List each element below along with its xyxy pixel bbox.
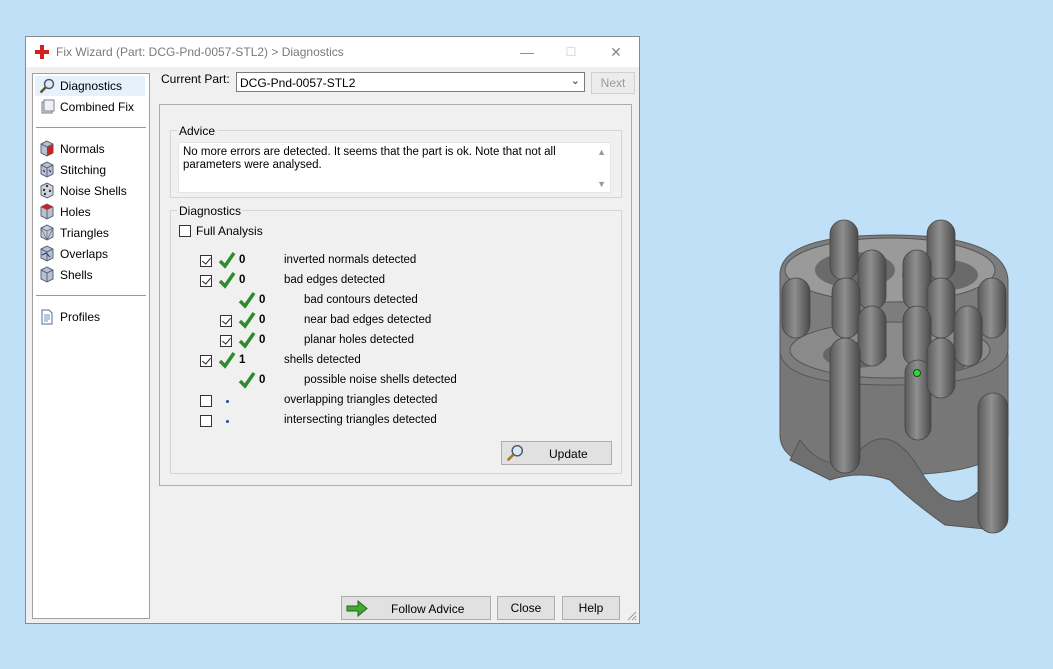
sidebar-item-label: Holes	[60, 205, 91, 219]
near-bad-edges-count: 0	[259, 314, 266, 326]
bad-edges-checkbox[interactable]	[200, 275, 212, 287]
advice-text: No more errors are detected. It seems th…	[183, 146, 556, 171]
sidebar-item-normals[interactable]: Normals	[35, 139, 145, 159]
sidebar-item-label: Profiles	[60, 310, 101, 324]
shells-checkbox[interactable]	[200, 355, 212, 367]
resize-grip-icon[interactable]	[627, 611, 637, 621]
current-part-label: Current Part:	[161, 72, 230, 86]
intersecting-triangles-label: intersecting triangles detected	[284, 414, 437, 426]
pending-dot-icon	[226, 420, 229, 423]
magnifier-icon	[506, 444, 524, 462]
sidebar-item-label: Normals	[60, 142, 105, 156]
sidebar-item-label: Triangles	[60, 226, 109, 240]
scroll-up-icon[interactable]: ▲	[597, 147, 606, 157]
fix-wizard-window: Fix Wizard (Part: DCG-Pnd-0057-STL2) > D…	[25, 36, 640, 624]
sidebar-item-label: Diagnostics	[60, 79, 123, 93]
full-analysis-label: Full Analysis	[196, 224, 263, 238]
title-bar[interactable]: Fix Wizard (Part: DCG-Pnd-0057-STL2) > D…	[26, 37, 639, 67]
check-mark-icon	[218, 272, 236, 289]
follow-advice-button[interactable]: Follow Advice	[341, 596, 491, 620]
part-3d-model[interactable]	[770, 210, 1020, 540]
check-mark-icon	[238, 332, 256, 349]
maximize-button[interactable]: ☐	[556, 41, 586, 63]
sidebar-item-overlaps[interactable]: Overlaps	[35, 244, 145, 264]
sidebar-item-diagnostics[interactable]: Diagnostics	[35, 76, 145, 96]
near-bad-edges-checkbox[interactable]	[220, 315, 232, 327]
advice-textbox: No more errors are detected. It seems th…	[178, 142, 611, 193]
current-part-select[interactable]: DCG-Pnd-0057-STL2 ⌄	[236, 72, 585, 92]
update-button[interactable]: Update	[501, 441, 612, 465]
green-arrow-icon	[346, 600, 368, 617]
combined-fix-icon	[41, 99, 55, 114]
sidebar-item-profiles[interactable]: Profiles	[35, 307, 145, 327]
current-part-value: DCG-Pnd-0057-STL2	[240, 76, 356, 90]
near-bad-edges-label: near bad edges detected	[304, 314, 432, 326]
noise-shells-cube-icon	[40, 182, 54, 199]
profiles-document-icon	[41, 309, 53, 325]
advice-title: Advice	[177, 124, 218, 138]
sidebar-item-label: Noise Shells	[60, 184, 127, 198]
bad-contours-label: bad contours detected	[304, 294, 418, 306]
sidebar-item-stitching[interactable]: Stitching	[35, 160, 145, 180]
window-title: Fix Wizard (Part: DCG-Pnd-0057-STL2) > D…	[56, 45, 344, 59]
check-mark-icon	[238, 312, 256, 329]
intersecting-triangles-checkbox[interactable]	[200, 415, 212, 427]
holes-cube-icon	[40, 203, 54, 220]
planar-holes-checkbox[interactable]	[220, 335, 232, 347]
scroll-down-icon[interactable]: ▼	[597, 179, 606, 189]
inverted-normals-count: 0	[239, 254, 246, 266]
sidebar-item-noise-shells[interactable]: Noise Shells	[35, 181, 145, 201]
check-mark-icon	[218, 352, 236, 369]
sidebar-item-triangles[interactable]: Triangles	[35, 223, 145, 243]
shells-cube-icon	[40, 266, 54, 283]
update-label: Update	[549, 447, 588, 461]
shells-label: shells detected	[284, 354, 361, 366]
sidebar-item-label: Combined Fix	[60, 100, 135, 114]
stitching-cube-icon	[40, 161, 54, 178]
sidebar-item-label: Stitching	[60, 163, 107, 177]
check-mark-icon	[218, 252, 236, 269]
triangles-cube-icon	[40, 224, 54, 241]
sidebar-divider	[36, 295, 146, 296]
diagnostics-title: Diagnostics	[177, 204, 244, 218]
bad-edges-label: bad edges detected	[284, 274, 386, 286]
follow-advice-label: Follow Advice	[391, 602, 465, 616]
full-analysis-checkbox[interactable]	[179, 225, 191, 237]
sidebar-item-holes[interactable]: Holes	[35, 202, 145, 222]
overlaps-cube-icon	[40, 245, 54, 262]
help-button[interactable]: Help	[562, 596, 620, 620]
check-mark-icon	[238, 372, 256, 389]
minimize-button[interactable]: —	[512, 41, 542, 63]
normals-cube-icon	[40, 140, 54, 157]
overlapping-triangles-checkbox[interactable]	[200, 395, 212, 407]
pending-dot-icon	[226, 400, 229, 403]
sidebar-divider	[36, 127, 146, 128]
noise-shells-count: 0	[259, 374, 266, 386]
planar-holes-label: planar holes detected	[304, 334, 414, 346]
sidebar-item-label: Overlaps	[60, 247, 109, 261]
bad-contours-count: 0	[259, 294, 266, 306]
sidebar-item-combined-fix[interactable]: Combined Fix	[35, 97, 145, 117]
planar-holes-count: 0	[259, 334, 266, 346]
close-window-button[interactable]: ✕	[601, 41, 631, 63]
red-cross-logo-icon	[35, 45, 49, 59]
bad-edges-count: 0	[239, 274, 246, 286]
inverted-normals-label: inverted normals detected	[284, 254, 417, 266]
noise-shells-label: possible noise shells detected	[304, 374, 457, 386]
magnifier-icon	[39, 78, 55, 94]
next-button[interactable]: Next	[591, 72, 635, 94]
check-mark-icon	[238, 292, 256, 309]
chevron-down-icon: ⌄	[570, 75, 580, 87]
shells-count: 1	[239, 354, 246, 366]
sidebar-item-label: Shells	[60, 268, 93, 282]
overlapping-triangles-label: overlapping triangles detected	[284, 394, 438, 406]
inverted-normals-checkbox[interactable]	[200, 255, 212, 267]
close-button[interactable]: Close	[497, 596, 555, 620]
sidebar: Diagnostics Combined Fix Normals Stitchi…	[32, 73, 150, 619]
sidebar-item-shells[interactable]: Shells	[35, 265, 145, 285]
